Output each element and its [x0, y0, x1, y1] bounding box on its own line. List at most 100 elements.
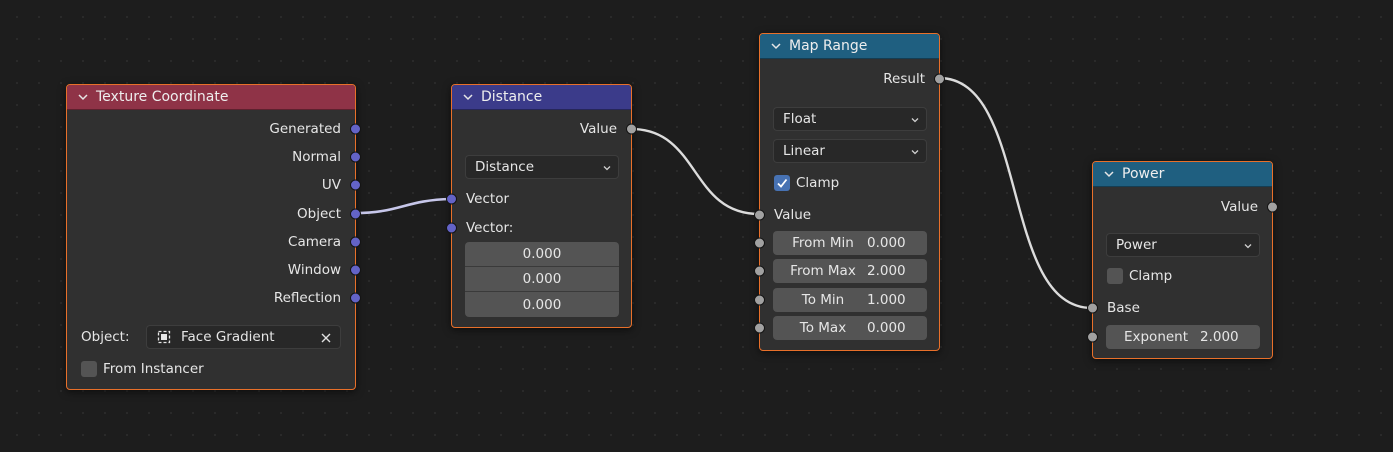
- socket-window[interactable]: [350, 264, 361, 276]
- socket-label: Value: [1220, 199, 1258, 215]
- power-header[interactable]: Power: [1093, 162, 1272, 187]
- from-max-row: From Max 2.000: [754, 259, 939, 283]
- map-range-node[interactable]: Map Range Result Float Linear Clamp Valu…: [754, 33, 945, 351]
- dropdown-value: Power: [1116, 237, 1157, 253]
- clamp-row[interactable]: Clamp: [760, 172, 939, 194]
- socket-normal[interactable]: [350, 151, 361, 163]
- input-vector-2: Vector:: [446, 217, 631, 239]
- dropdown-value: Linear: [783, 143, 825, 159]
- chevron-down-icon[interactable]: [770, 40, 782, 52]
- field-label: To Min: [801, 292, 845, 308]
- input-vector-1: Vector: [446, 188, 631, 210]
- socket-reflection[interactable]: [350, 292, 361, 304]
- socket-from-min[interactable]: [754, 237, 765, 249]
- socket-object[interactable]: [350, 208, 361, 220]
- clamp-row[interactable]: Clamp: [1093, 265, 1272, 287]
- socket-label: Window: [287, 262, 341, 278]
- distance-node[interactable]: Distance Value Distance Vector Vector: 0…: [446, 84, 637, 328]
- field-label: To Max: [799, 320, 847, 336]
- clamp-checkbox[interactable]: [774, 175, 790, 191]
- socket-uv[interactable]: [350, 179, 361, 191]
- to-min-field[interactable]: To Min 1.000: [773, 288, 927, 312]
- field-value: 0.000: [867, 320, 906, 336]
- socket-label: UV: [321, 177, 341, 193]
- checkmark-icon: [777, 178, 788, 188]
- dropdown-value: Float: [783, 111, 817, 127]
- field-label: Exponent: [1123, 329, 1189, 345]
- input-base: Base: [1087, 297, 1272, 319]
- object-icon: [157, 330, 171, 344]
- field-value: 2.000: [1200, 329, 1239, 345]
- socket-from-max[interactable]: [754, 265, 765, 277]
- chevron-down-icon[interactable]: [462, 91, 474, 103]
- socket-base[interactable]: [1087, 302, 1098, 314]
- interpolation-dropdown[interactable]: Linear: [773, 139, 927, 163]
- chevron-down-icon: [603, 166, 611, 171]
- socket-generated[interactable]: [350, 123, 361, 135]
- field-label: From Max: [790, 263, 856, 279]
- output-window: Window: [67, 259, 361, 281]
- output-object: Object: [67, 203, 361, 225]
- socket-label: Value: [579, 121, 617, 137]
- socket-label: Object: [297, 206, 341, 222]
- map-range-header[interactable]: Map Range: [760, 34, 939, 59]
- socket-label: Base: [1107, 300, 1140, 316]
- socket-vector-1[interactable]: [446, 193, 457, 205]
- socket-value-input[interactable]: [754, 209, 765, 221]
- vector-y-field[interactable]: 0.000: [465, 267, 619, 292]
- from-max-field[interactable]: From Max 2.000: [773, 259, 927, 283]
- output-generated: Generated: [67, 118, 361, 140]
- socket-label: Vector:: [466, 220, 514, 236]
- vector-x-field[interactable]: 0.000: [465, 242, 619, 267]
- exponent-field[interactable]: Exponent 2.000: [1106, 325, 1260, 349]
- distance-header[interactable]: Distance: [452, 85, 631, 110]
- socket-vector-2[interactable]: [446, 222, 457, 234]
- socket-label: Value: [774, 207, 812, 223]
- clamp-checkbox[interactable]: [1107, 268, 1123, 284]
- socket-label: Normal: [292, 149, 341, 165]
- object-field-label: Object:: [81, 329, 130, 345]
- distance-mode-dropdown[interactable]: Distance: [465, 155, 619, 179]
- object-picker[interactable]: Face Gradient: [146, 325, 341, 349]
- socket-label: Camera: [288, 234, 341, 250]
- socket-to-max[interactable]: [754, 322, 765, 334]
- field-label: From Min: [792, 235, 854, 251]
- link-object-to-vector: [354, 197, 452, 215]
- from-instancer-row[interactable]: From Instancer: [67, 358, 355, 380]
- node-title: Distance: [481, 89, 543, 105]
- field-value: 1.000: [867, 292, 906, 308]
- node-title: Power: [1122, 166, 1165, 182]
- socket-label: Vector: [466, 191, 510, 207]
- socket-label: Result: [883, 71, 925, 87]
- from-instancer-checkbox[interactable]: [81, 361, 97, 377]
- output-result: Result: [760, 68, 945, 90]
- socket-value[interactable]: [626, 123, 637, 135]
- texture-coordinate-header[interactable]: Texture Coordinate: [67, 85, 355, 110]
- link-map-range-to-power: [938, 76, 1093, 310]
- output-value: Value: [452, 118, 637, 140]
- dropdown-value: Distance: [475, 159, 535, 175]
- socket-value[interactable]: [1267, 201, 1278, 213]
- node-title: Texture Coordinate: [96, 89, 229, 105]
- clamp-label: Clamp: [1129, 268, 1173, 284]
- to-max-field[interactable]: To Max 0.000: [773, 316, 927, 340]
- vector-fields: 0.000 0.000 0.000: [465, 242, 619, 317]
- data-type-dropdown[interactable]: Float: [773, 107, 927, 131]
- field-value: 0.000: [867, 235, 906, 251]
- output-normal: Normal: [67, 146, 361, 168]
- vector-z-field[interactable]: 0.000: [465, 292, 619, 317]
- socket-result[interactable]: [934, 73, 945, 85]
- object-value: Face Gradient: [181, 329, 275, 345]
- clear-icon[interactable]: [320, 332, 332, 344]
- chevron-down-icon[interactable]: [77, 91, 89, 103]
- socket-exponent[interactable]: [1087, 331, 1098, 343]
- chevron-down-icon: [911, 150, 919, 155]
- socket-camera[interactable]: [350, 236, 361, 248]
- power-node[interactable]: Power Value Power Clamp Base Exponent 2.…: [1087, 161, 1278, 359]
- chevron-down-icon[interactable]: [1103, 168, 1115, 180]
- socket-label: Reflection: [273, 290, 341, 306]
- operation-dropdown[interactable]: Power: [1106, 233, 1260, 257]
- socket-to-min[interactable]: [754, 294, 765, 306]
- texture-coordinate-node[interactable]: Texture Coordinate Generated Normal UV O…: [66, 84, 361, 390]
- from-min-field[interactable]: From Min 0.000: [773, 231, 927, 255]
